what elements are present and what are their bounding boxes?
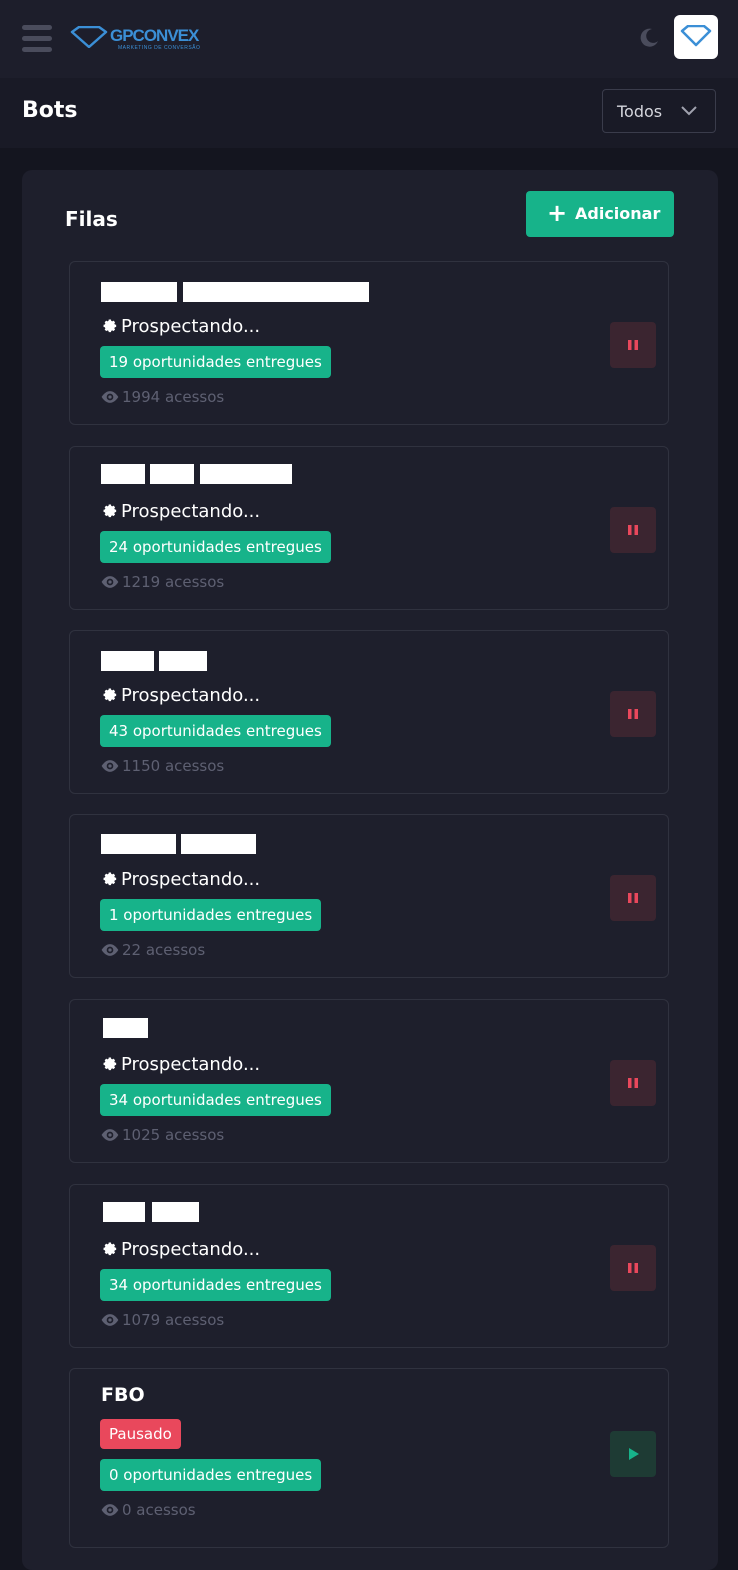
queue-card[interactable]: Prospectando... 19 oportunidades entregu…: [69, 261, 669, 425]
redacted-name: [200, 464, 292, 484]
redacted-name: [101, 282, 177, 302]
pause-button[interactable]: [610, 875, 656, 921]
page-title: Bots: [22, 98, 78, 123]
redacted-name: [101, 834, 176, 854]
top-bar: GPCONVEX MARKETING DE CONVERSÃO: [0, 0, 738, 78]
opportunities-badge: 1 oportunidades entregues: [100, 899, 322, 931]
moon-icon[interactable]: [637, 26, 661, 50]
views-count: 22 acessos: [100, 941, 205, 959]
play-button[interactable]: [610, 1431, 656, 1477]
diamond-icon: [680, 25, 712, 47]
pause-icon: [628, 340, 638, 350]
views-count: 1079 acessos: [100, 1311, 224, 1329]
gear-icon: [103, 688, 117, 702]
redacted-name: [181, 834, 256, 854]
redacted-name: [101, 651, 154, 671]
panel-title: Filas: [65, 207, 118, 231]
opportunities-badge: 43 oportunidades entregues: [100, 715, 331, 747]
redacted-name: [152, 1202, 199, 1222]
brand-tagline: MARKETING DE CONVERSÃO: [118, 45, 201, 51]
opportunities-badge: 24 oportunidades entregues: [100, 531, 331, 563]
queue-card[interactable]: Prospectando... 24 oportunidades entregu…: [69, 446, 669, 610]
queue-status: Prospectando...: [101, 1239, 260, 1260]
queue-status: Prospectando...: [101, 685, 260, 706]
diamond-icon: [70, 26, 108, 48]
opportunities-badge: 0 oportunidades entregues: [100, 1459, 322, 1491]
add-button-label: Adicionar: [575, 204, 661, 223]
status-filter-select[interactable]: Todos: [602, 89, 716, 133]
eye-icon: [101, 1314, 119, 1326]
gear-icon: [103, 504, 117, 518]
queue-card[interactable]: Prospectando... 1 oportunidades entregue…: [69, 814, 669, 978]
pause-icon: [628, 709, 638, 719]
pause-icon: [628, 1078, 638, 1088]
pause-button[interactable]: [610, 691, 656, 737]
pause-icon: [628, 1263, 638, 1273]
redacted-name: [183, 282, 369, 302]
gear-icon: [103, 1057, 117, 1071]
views-count: 0 acessos: [100, 1501, 196, 1519]
queue-card[interactable]: FBO Pausado 0 oportunidades entregues 0 …: [69, 1368, 669, 1548]
opportunities-badge: 34 oportunidades entregues: [100, 1269, 331, 1301]
menu-icon[interactable]: [22, 25, 52, 53]
queue-status: Prospectando...: [101, 316, 260, 337]
queue-status: Prospectando...: [101, 1054, 260, 1075]
gear-icon: [103, 1242, 117, 1256]
gear-icon: [103, 319, 117, 333]
status-badge: Pausado: [100, 1419, 181, 1449]
filter-value: Todos: [617, 102, 663, 121]
opportunities-badge: 19 oportunidades entregues: [100, 346, 331, 378]
add-button[interactable]: + Adicionar: [526, 191, 674, 237]
queue-card[interactable]: Prospectando... 34 oportunidades entregu…: [69, 1184, 669, 1348]
redacted-name: [150, 464, 194, 484]
opportunities-badge: 34 oportunidades entregues: [100, 1084, 331, 1116]
brand-name: GPCONVEX: [110, 26, 199, 45]
gear-icon: [103, 872, 117, 886]
pause-button[interactable]: [610, 1245, 656, 1291]
brand-logo[interactable]: GPCONVEX MARKETING DE CONVERSÃO: [70, 24, 200, 54]
queue-status: Prospectando...: [101, 869, 260, 890]
redacted-name: [103, 1018, 148, 1038]
eye-icon: [101, 944, 119, 956]
eye-icon: [101, 576, 119, 588]
redacted-name: [101, 464, 145, 484]
views-count: 1994 acessos: [100, 388, 224, 406]
queue-card[interactable]: Prospectando... 34 oportunidades entregu…: [69, 999, 669, 1163]
play-icon: [629, 1448, 639, 1460]
queue-card[interactable]: Prospectando... 43 oportunidades entregu…: [69, 630, 669, 794]
avatar[interactable]: [674, 15, 718, 59]
eye-icon: [101, 391, 119, 403]
pause-button[interactable]: [610, 322, 656, 368]
views-count: 1219 acessos: [100, 573, 224, 591]
views-count: 1025 acessos: [100, 1126, 224, 1144]
plus-icon: +: [547, 199, 568, 227]
pause-icon: [628, 525, 638, 535]
views-count: 1150 acessos: [100, 757, 224, 775]
queue-status: Prospectando...: [101, 501, 260, 522]
eye-icon: [101, 1129, 119, 1141]
pause-icon: [628, 893, 638, 903]
redacted-name: [103, 1202, 145, 1222]
queue-name: FBO: [101, 1384, 145, 1406]
pause-button[interactable]: [610, 507, 656, 553]
chevron-down-icon: [681, 106, 697, 116]
eye-icon: [101, 1504, 119, 1516]
pause-button[interactable]: [610, 1060, 656, 1106]
eye-icon: [101, 760, 119, 772]
redacted-name: [159, 651, 207, 671]
